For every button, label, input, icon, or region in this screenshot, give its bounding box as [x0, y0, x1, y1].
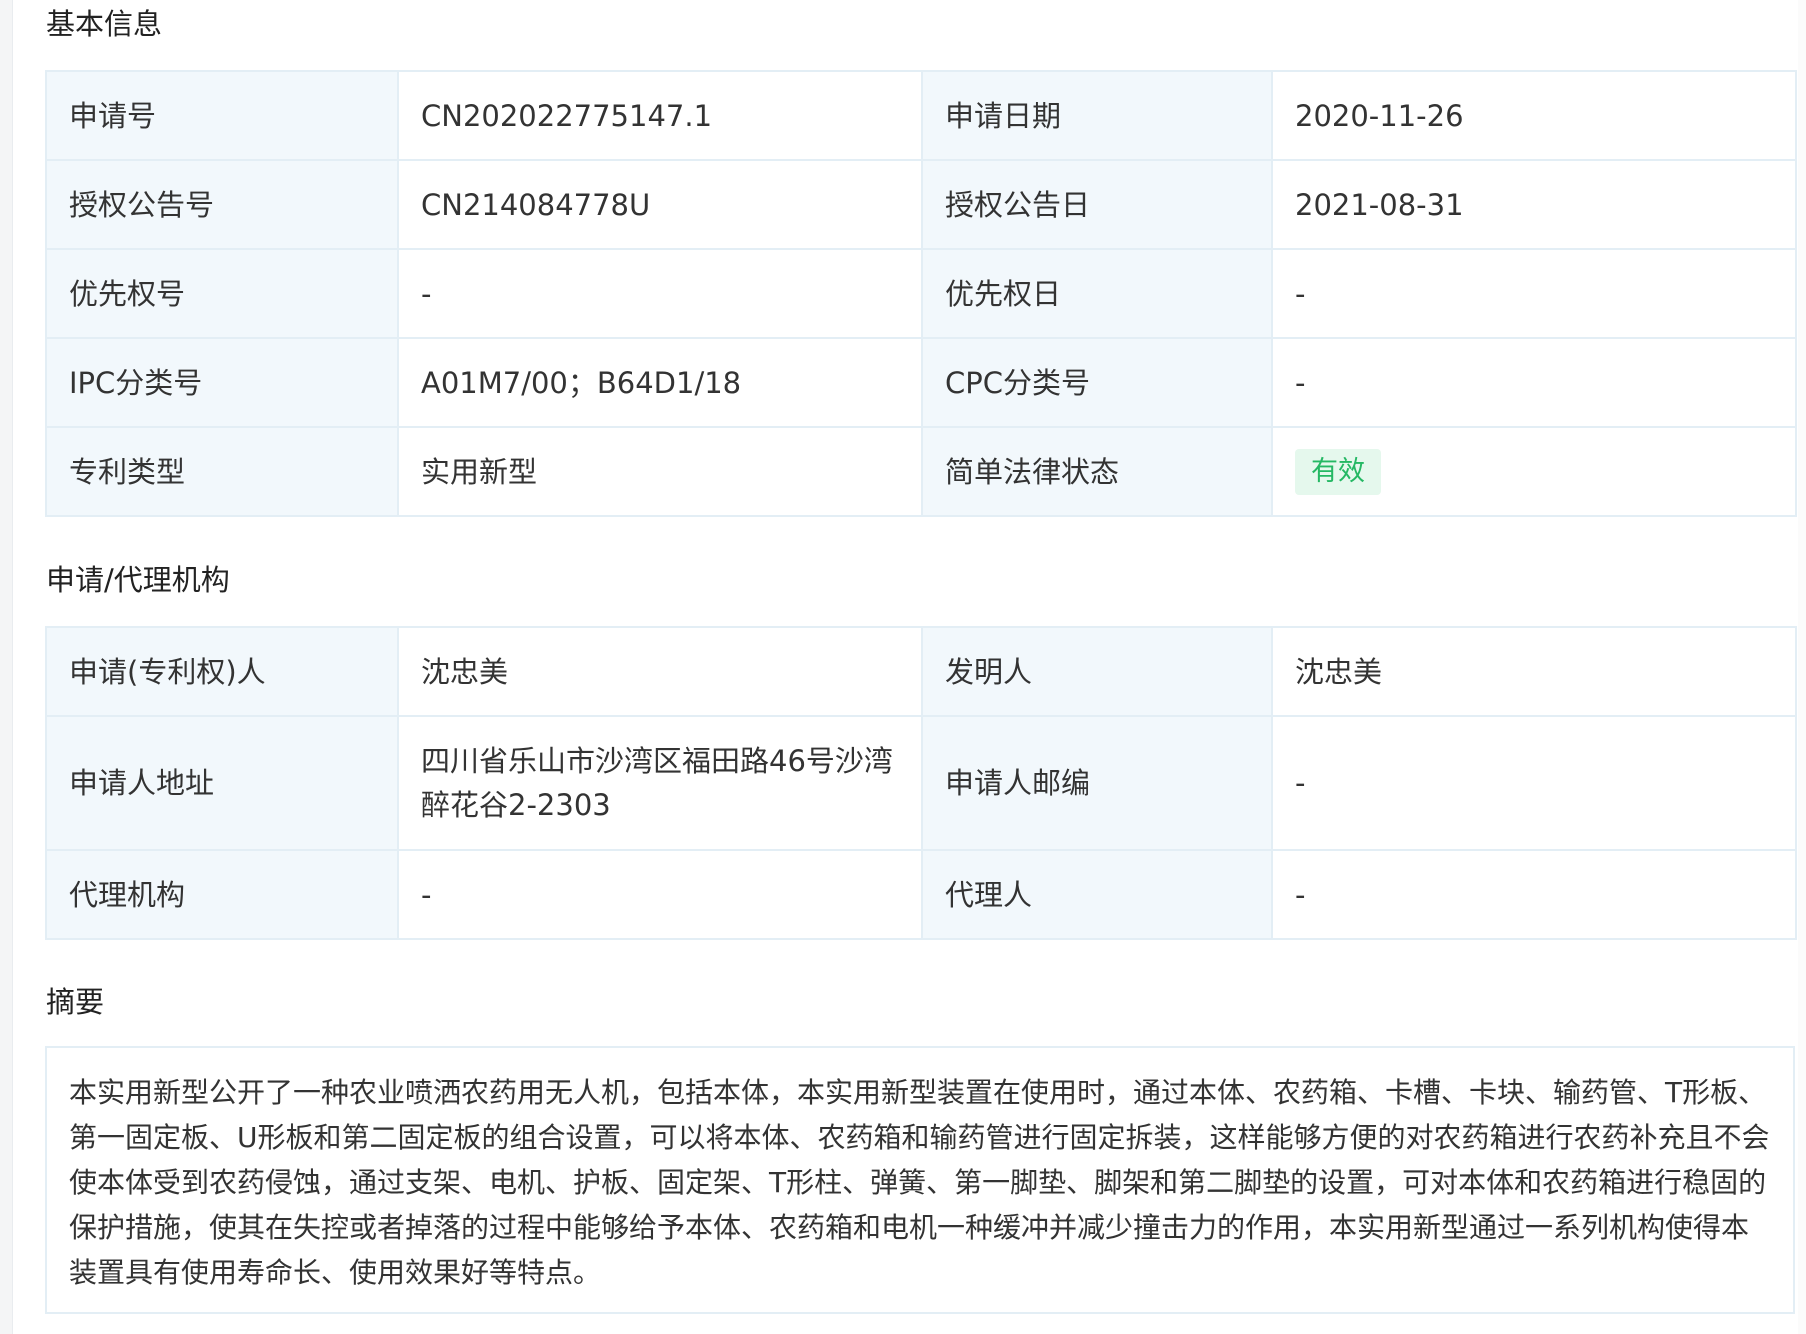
field-label: 优先权号	[45, 248, 399, 339]
ipc-classification-value: A01M7/00；B64D1/18	[397, 337, 923, 428]
abstract-text: 本实用新型公开了一种农业喷洒农药用无人机，包括本体，本实用新型装置在使用时，通过…	[45, 1046, 1795, 1314]
grant-publication-date-value: 2021-08-31	[1271, 159, 1797, 250]
applicant-postcode-value: -	[1271, 715, 1797, 851]
patent-type-value: 实用新型	[397, 426, 923, 517]
table-row: 申请(专利权)人 沈忠美 发明人 沈忠美	[45, 626, 1797, 717]
agent-value: -	[1271, 849, 1797, 940]
field-label: 申请日期	[921, 70, 1273, 161]
field-label: 专利类型	[45, 426, 399, 517]
field-label: 申请人邮编	[921, 715, 1273, 851]
table-row: 代理机构 - 代理人 -	[45, 849, 1797, 940]
agency-value: -	[397, 849, 923, 940]
table-row: 申请号 CN202022775147.1 申请日期 2020-11-26	[45, 70, 1797, 161]
left-panel-edge	[0, 0, 13, 1334]
field-label: 申请人地址	[45, 715, 399, 851]
patent-detail-page: 基本信息 申请号 CN202022775147.1 申请日期 2020-11-2…	[0, 0, 1806, 1334]
table-row: IPC分类号 A01M7/00；B64D1/18 CPC分类号 -	[45, 337, 1797, 428]
status-badge: 有效	[1295, 449, 1381, 495]
priority-date-value: -	[1271, 248, 1797, 339]
application-date-value: 2020-11-26	[1271, 70, 1797, 161]
table-row: 授权公告号 CN214084778U 授权公告日 2021-08-31	[45, 159, 1797, 250]
field-label: 简单法律状态	[921, 426, 1273, 517]
agency-table: 申请(专利权)人 沈忠美 发明人 沈忠美 申请人地址 四川省乐山市沙湾区福田路4…	[45, 626, 1797, 940]
applicant-value: 沈忠美	[397, 626, 923, 717]
scrollbar-track[interactable]	[1798, 0, 1806, 1334]
field-label: 代理机构	[45, 849, 399, 940]
field-label: IPC分类号	[45, 337, 399, 428]
section-title-abstract: 摘要	[46, 985, 105, 1019]
field-label: 申请(专利权)人	[45, 626, 399, 717]
grant-publication-number-value: CN214084778U	[397, 159, 923, 250]
applicant-address-value: 四川省乐山市沙湾区福田路46号沙湾醉花谷2-2303	[397, 715, 923, 851]
basic-info-table: 申请号 CN202022775147.1 申请日期 2020-11-26 授权公…	[45, 70, 1797, 517]
section-title-basic-info: 基本信息	[46, 7, 163, 41]
table-row: 优先权号 - 优先权日 -	[45, 248, 1797, 339]
section-title-agency: 申请/代理机构	[46, 563, 230, 597]
field-label: 申请号	[45, 70, 399, 161]
table-row: 申请人地址 四川省乐山市沙湾区福田路46号沙湾醉花谷2-2303 申请人邮编 -	[45, 715, 1797, 851]
cpc-classification-value: -	[1271, 337, 1797, 428]
field-label: CPC分类号	[921, 337, 1273, 428]
priority-number-value: -	[397, 248, 923, 339]
field-label: 优先权日	[921, 248, 1273, 339]
field-label: 授权公告号	[45, 159, 399, 250]
legal-status-cell: 有效	[1271, 426, 1797, 517]
inventor-value: 沈忠美	[1271, 626, 1797, 717]
application-number-value: CN202022775147.1	[397, 70, 923, 161]
field-label: 授权公告日	[921, 159, 1273, 250]
table-row: 专利类型 实用新型 简单法律状态 有效	[45, 426, 1797, 517]
field-label: 发明人	[921, 626, 1273, 717]
field-label: 代理人	[921, 849, 1273, 940]
